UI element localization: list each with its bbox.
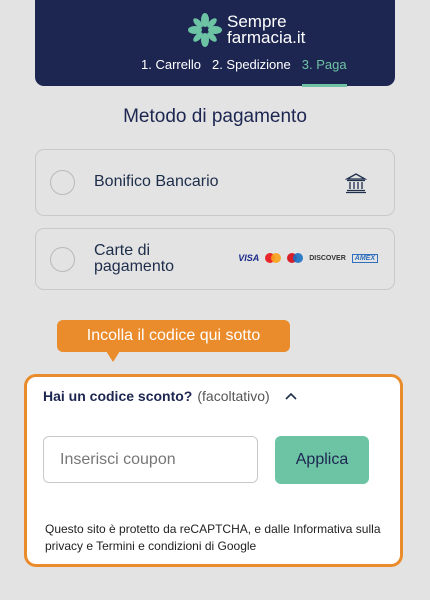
cards-radio[interactable]: [50, 247, 75, 272]
payment-option-cards[interactable]: Carte di pagamento VISA DISCOVER AMEX: [35, 228, 395, 290]
card-logos: VISA DISCOVER AMEX: [238, 253, 378, 263]
coupon-question: Hai un codice sconto?: [43, 388, 193, 404]
step-payment: 3. Paga: [301, 57, 347, 87]
leaf-logo-icon: [188, 13, 222, 47]
apply-coupon-button[interactable]: Applica: [275, 436, 369, 484]
visa-icon: VISA: [238, 253, 260, 263]
chevron-up-icon[interactable]: [284, 389, 298, 403]
checkout-steps: 1. Carrello 2. Spedizione 3. Paga: [141, 57, 358, 87]
sempre-farmacia-logo[interactable]: Sempre farmacia.it: [187, 12, 305, 48]
page-title: Metodo di pagamento: [123, 106, 307, 127]
coupon-section: Hai un codice sconto? (facoltativo) Appl…: [24, 374, 403, 567]
coupon-input[interactable]: [43, 436, 258, 483]
tooltip-arrow: [106, 351, 120, 362]
logo-line-2: farmacia.it: [227, 28, 306, 47]
bank-transfer-label: Bonifico Bancario: [94, 173, 219, 190]
bank-transfer-radio[interactable]: [50, 170, 75, 195]
discover-icon: DISCOVER: [309, 254, 346, 262]
payment-option-bank-transfer[interactable]: Bonifico Bancario: [35, 149, 395, 216]
recaptcha-notice: Questo sito è protetto da reCAPTCHA, e d…: [45, 522, 381, 553]
logo-text: Sempre farmacia.it: [227, 13, 306, 47]
cards-label: Carte di pagamento: [94, 242, 175, 275]
mastercard-icon: [265, 253, 282, 263]
coupon-tooltip: Incolla il codice qui sotto: [57, 320, 290, 352]
step-cart[interactable]: 1. Carrello: [141, 57, 201, 72]
coupon-toggle[interactable]: Hai un codice sconto? (facoltativo): [43, 388, 298, 404]
amex-icon: AMEX: [351, 253, 378, 263]
coupon-optional-label: (facoltativo): [197, 388, 270, 404]
maestro-icon: [287, 253, 304, 263]
site-header: Sempre farmacia.it 1. Carrello 2. Spediz…: [35, 0, 395, 87]
bank-icon: [345, 173, 367, 194]
step-shipping[interactable]: 2. Spedizione: [212, 57, 291, 72]
